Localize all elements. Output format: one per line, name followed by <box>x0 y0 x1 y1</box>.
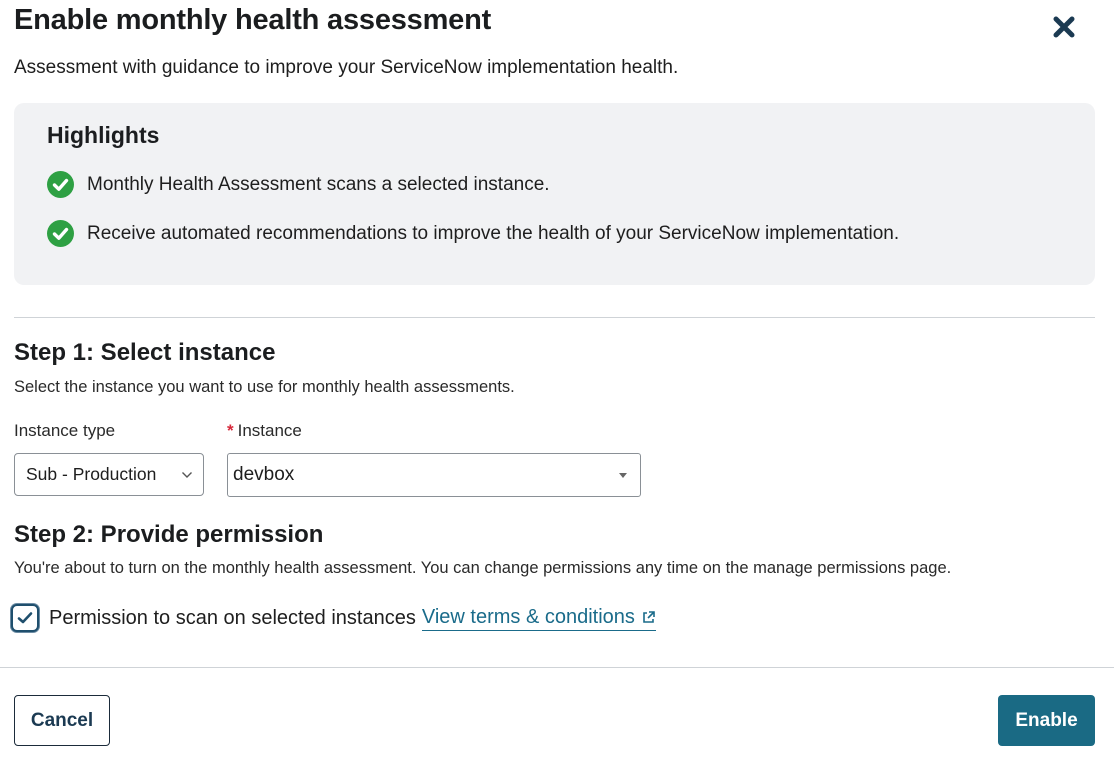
check-circle-icon <box>47 171 74 198</box>
enable-button[interactable]: Enable <box>998 695 1095 746</box>
terms-link-text: View terms & conditions <box>421 605 635 628</box>
instance-select[interactable]: devbox <box>227 453 641 497</box>
external-link-icon <box>643 610 655 623</box>
step1-title: Step 1: Select instance <box>14 339 276 366</box>
instance-label: * Instance <box>227 421 302 441</box>
highlights-panel: Highlights Monthly Health Assessment sca… <box>14 103 1095 285</box>
highlight-text: Receive automated recommendations to imp… <box>87 222 900 244</box>
instance-value: devbox <box>233 464 295 485</box>
required-indicator: * <box>227 421 234 440</box>
permission-checkbox[interactable] <box>11 604 39 632</box>
instance-label-text: Instance <box>237 421 302 440</box>
section-divider <box>14 317 1095 318</box>
enable-health-assessment-dialog: Enable monthly health assessment Assessm… <box>0 0 1114 763</box>
instance-type-value: Sub - Production <box>26 464 157 484</box>
highlights-title: Highlights <box>47 122 160 148</box>
check-circle-icon <box>47 220 74 247</box>
close-icon <box>1053 16 1075 38</box>
highlight-item: Receive automated recommendations to imp… <box>47 220 899 247</box>
permission-row: Permission to scan on selected instances… <box>11 604 656 632</box>
permission-label: Permission to scan on selected instances <box>49 606 416 629</box>
highlight-text: Monthly Health Assessment scans a select… <box>87 173 550 195</box>
footer-divider <box>0 667 1114 668</box>
terms-link[interactable]: View terms & conditions <box>421 605 656 631</box>
step2-title: Step 2: Provide permission <box>14 521 324 548</box>
close-button[interactable] <box>1050 13 1078 41</box>
step2-description: You're about to turn on the monthly heal… <box>14 559 952 577</box>
step1-description: Select the instance you want to use for … <box>14 378 515 396</box>
instance-type-label: Instance type <box>14 421 116 440</box>
dialog-title: Enable monthly health assessment <box>14 4 492 36</box>
instance-type-select[interactable]: Sub - Production <box>14 453 204 496</box>
dropdown-arrow-icon <box>619 472 627 478</box>
cancel-button[interactable]: Cancel <box>14 695 110 746</box>
highlight-item: Monthly Health Assessment scans a select… <box>47 171 550 198</box>
dialog-subtitle: Assessment with guidance to improve your… <box>14 57 679 78</box>
chevron-down-icon <box>182 471 192 478</box>
checkmark-icon <box>17 612 33 624</box>
